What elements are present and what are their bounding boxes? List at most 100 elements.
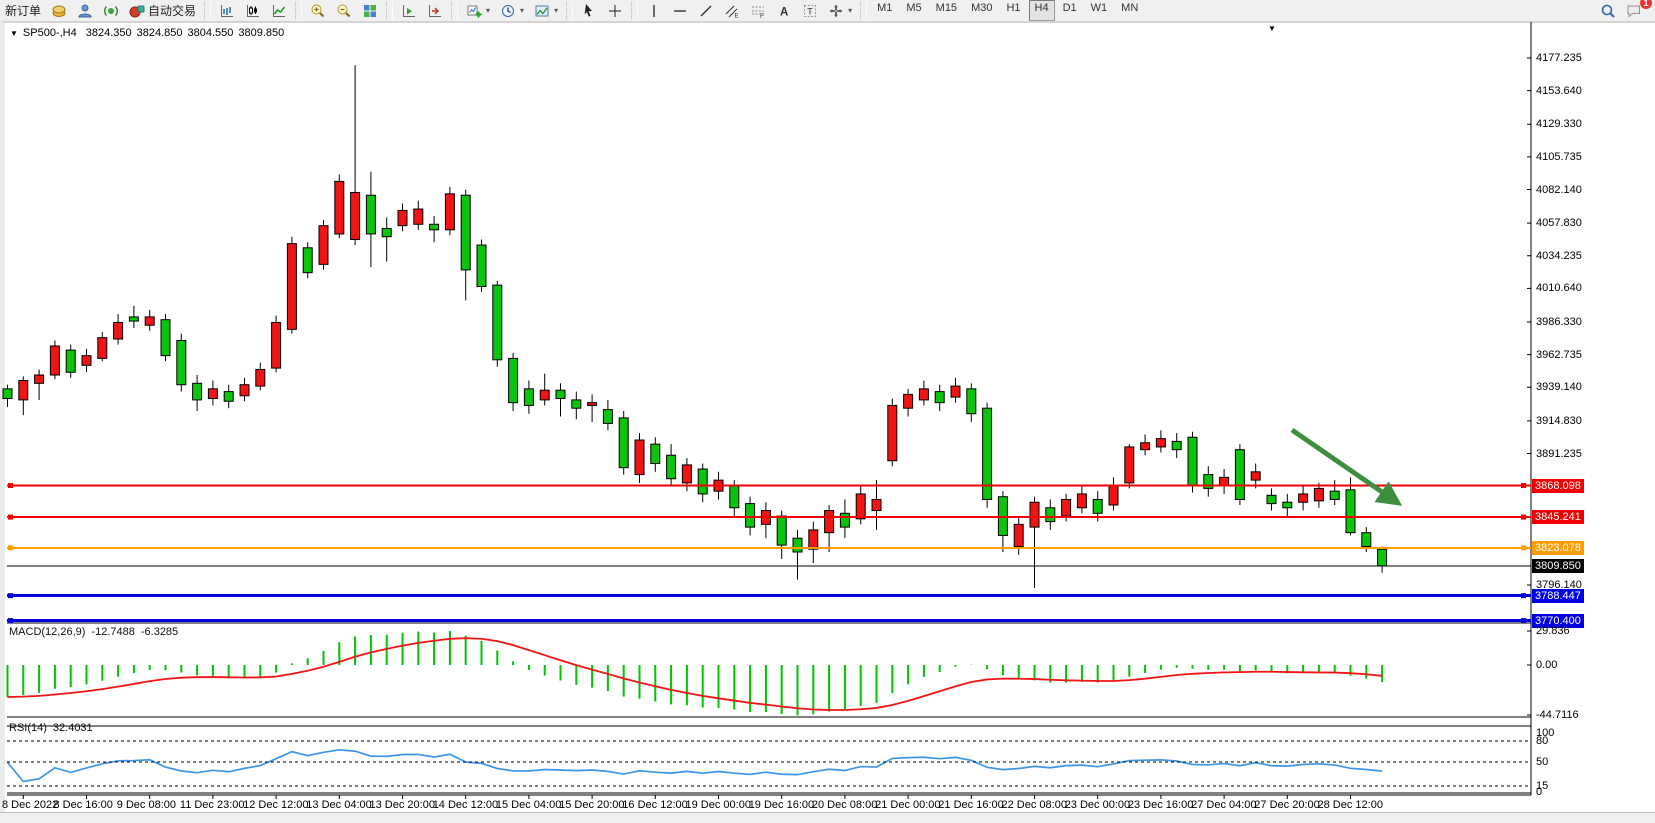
candle [1314, 483, 1323, 508]
time-label: 9 Dec 08:00 [117, 799, 176, 811]
time-label: 8 Dec 16:00 [54, 799, 113, 811]
candle [82, 349, 91, 373]
macd-tick-label: -44.7116 [1536, 709, 1579, 721]
line-handle [8, 593, 13, 598]
candle [509, 353, 518, 411]
candle [698, 464, 707, 503]
time-label: 23 Dec 00:00 [1065, 799, 1130, 811]
rsi-line [8, 750, 1383, 782]
candle [366, 172, 375, 267]
candle [493, 281, 502, 367]
rsi-tick-label: 0 [1536, 786, 1542, 798]
time-label: 23 Dec 16:00 [1128, 799, 1193, 811]
price-tag: 3868.098 [1532, 479, 1584, 493]
candles-layer [3, 65, 1387, 588]
time-label: 16 Dec 12:00 [622, 799, 687, 811]
candle [935, 385, 944, 411]
candle [919, 381, 928, 406]
line-handle [8, 618, 13, 623]
candle [1299, 486, 1308, 511]
rsi-label: RSI(14) 32.4031 [9, 722, 93, 734]
candle [1267, 488, 1276, 510]
time-label: 15 Dec 20:00 [559, 799, 624, 811]
candle [967, 383, 976, 422]
candle [477, 239, 486, 292]
candle [1077, 486, 1086, 514]
price-chart-canvas[interactable] [0, 0, 1655, 823]
time-label: 13 Dec 04:00 [306, 799, 371, 811]
horizontal-line[interactable] [7, 545, 1531, 550]
macd-signal-value: -6.3285 [141, 626, 178, 638]
line-handle [8, 545, 13, 550]
price-tag: 3809.850 [1532, 559, 1584, 573]
price-tick-label: 3914.830 [1536, 415, 1582, 427]
candle [461, 190, 470, 301]
time-label: 22 Dec 08:00 [1002, 799, 1067, 811]
status-strip [0, 812, 1655, 823]
chart-shift-marker[interactable]: ▼ [1268, 24, 1276, 33]
candle [572, 392, 581, 420]
candle [619, 411, 628, 475]
time-label: 12 Dec 12:00 [243, 799, 308, 811]
candle [145, 310, 154, 331]
time-label: 21 Dec 16:00 [938, 799, 1003, 811]
candle [1188, 432, 1197, 493]
candle [129, 306, 138, 328]
candle [35, 369, 44, 399]
price-tick-label: 4177.235 [1536, 52, 1582, 64]
mt4-window: 新订单自动交易▾▾▾EFAT▾M1M5M15M30H1H4D1W1MN1 ▼ S… [0, 0, 1655, 823]
candle [635, 433, 644, 483]
line-handle [1521, 545, 1526, 550]
candle [888, 399, 897, 467]
time-label: 27 Dec 20:00 [1254, 799, 1319, 811]
candle [414, 201, 423, 230]
chart-collapse-icon[interactable]: ▼ [10, 29, 18, 38]
candle [603, 400, 612, 430]
horizontal-line[interactable] [7, 593, 1531, 598]
candle [256, 363, 265, 391]
time-label: 19 Dec 00:00 [686, 799, 751, 811]
candle [1125, 444, 1134, 488]
horizontal-line[interactable] [7, 618, 1531, 623]
price-tick-label: 4082.140 [1536, 184, 1582, 196]
line-handle [8, 483, 13, 488]
candle [540, 374, 549, 406]
candle [1220, 469, 1229, 494]
candle [114, 314, 123, 344]
candle [524, 381, 533, 414]
price-tick-label: 4129.330 [1536, 118, 1582, 130]
candle [335, 174, 344, 238]
candle [872, 480, 881, 530]
price-tick-label: 4105.735 [1536, 151, 1582, 163]
candle [1204, 466, 1213, 496]
line-handle [1521, 483, 1526, 488]
candle [398, 204, 407, 232]
candle [1141, 434, 1150, 455]
macd-tick-label: 29.836 [1536, 625, 1570, 637]
price-tick-label: 4153.640 [1536, 85, 1582, 97]
candle [746, 497, 755, 536]
candle [840, 499, 849, 538]
candle [287, 237, 296, 334]
candle [1378, 546, 1387, 572]
candle [445, 187, 454, 235]
line-handle [1521, 618, 1526, 623]
candle [351, 65, 360, 245]
candle [1109, 477, 1118, 510]
candle [382, 217, 391, 261]
price-tick-label: 3891.235 [1536, 448, 1582, 460]
candle [809, 522, 818, 563]
price-tick-label: 3939.140 [1536, 381, 1582, 393]
price-tag: 3823.078 [1532, 541, 1584, 555]
horizontal-line[interactable] [7, 483, 1531, 488]
candle [193, 375, 202, 411]
candle [3, 385, 12, 407]
candle [240, 378, 249, 402]
line-handle [1521, 515, 1526, 520]
candle [793, 530, 802, 580]
trend-arrow[interactable] [1292, 430, 1398, 503]
time-label: 14 Dec 12:00 [433, 799, 498, 811]
macd-tick-label: 0.00 [1536, 659, 1557, 671]
price-tick-label: 4057.830 [1536, 217, 1582, 229]
price-tag: 3788.447 [1532, 589, 1584, 603]
